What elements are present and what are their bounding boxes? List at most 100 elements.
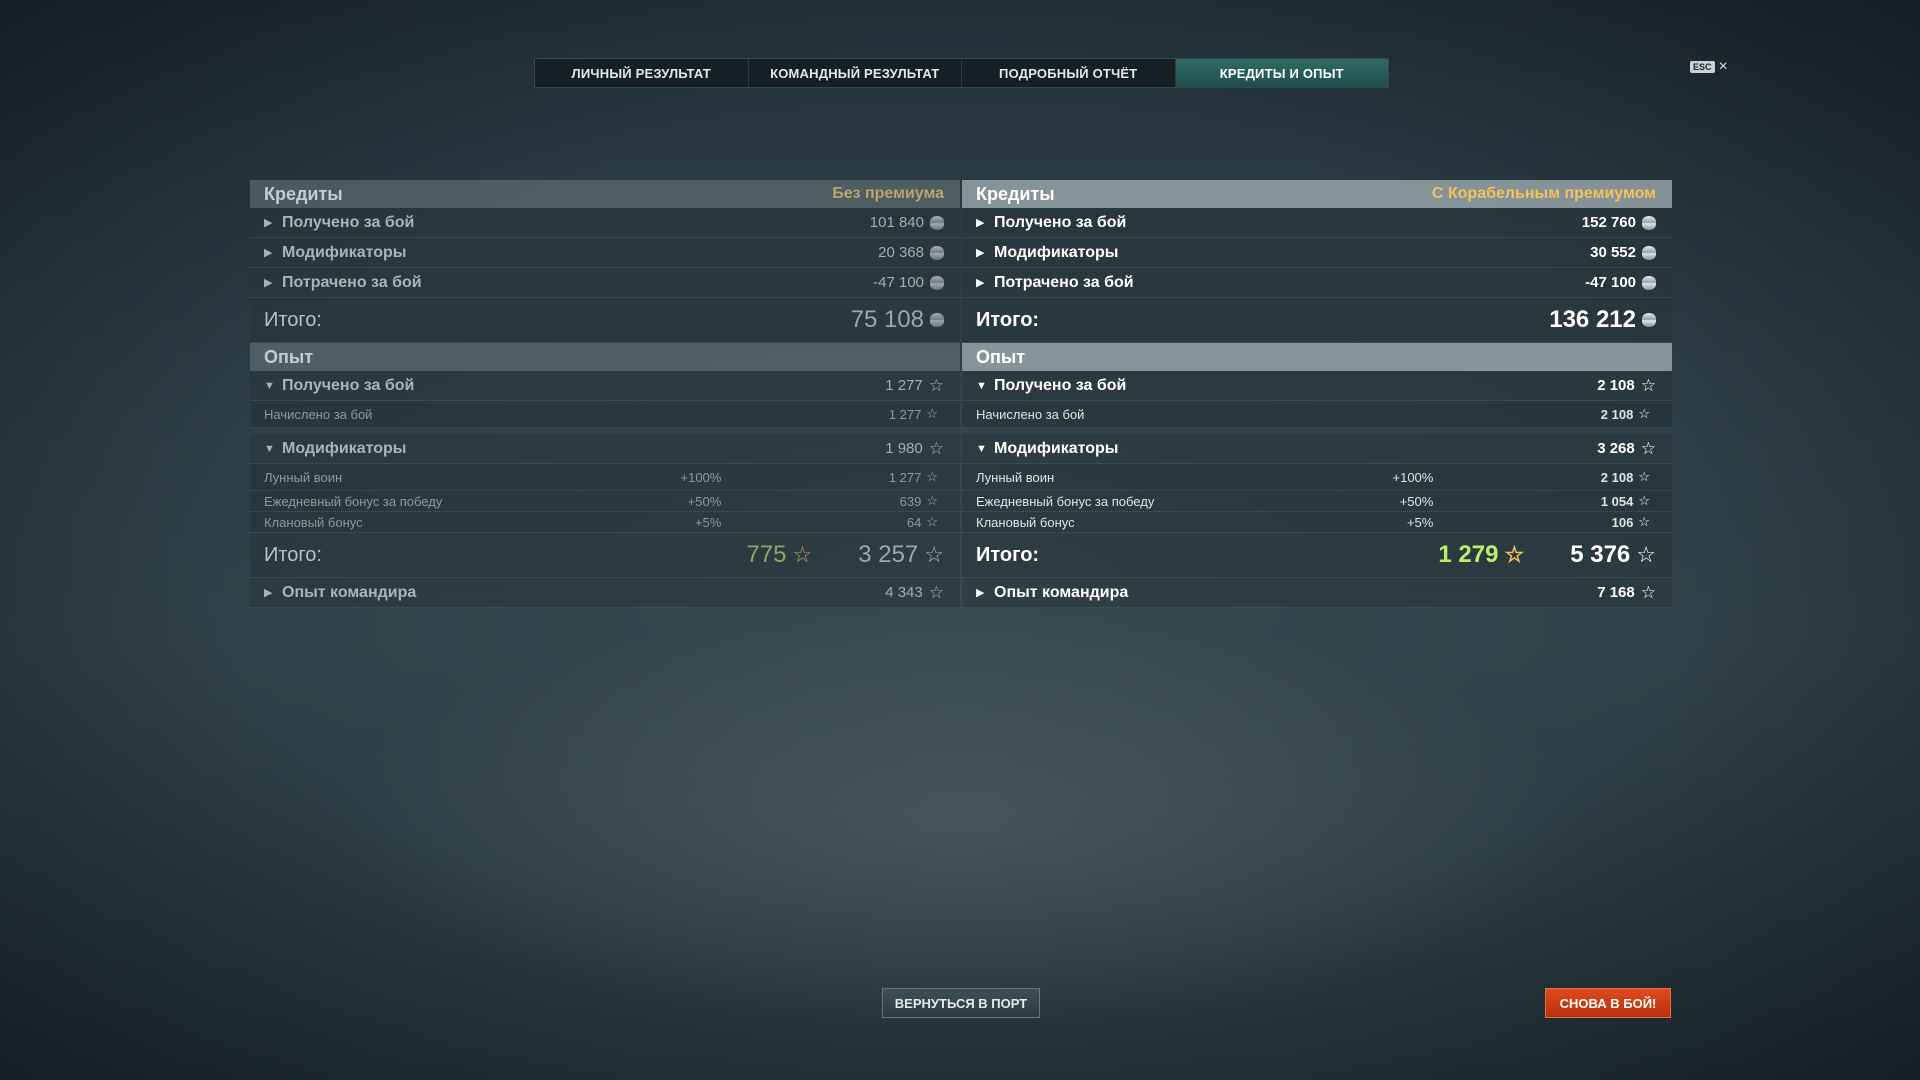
collapse-icon[interactable]: ▼ [264, 380, 282, 392]
commander-xp-row[interactable]: ▶ Опыт командира 7 168 ☆ [962, 578, 1672, 608]
credit-coin-icon [930, 245, 944, 260]
row-value: -47 100 [1585, 274, 1636, 291]
collapse-icon[interactable]: ▼ [976, 380, 994, 392]
subrow-percent: +50% [687, 493, 722, 509]
xp-earned-row[interactable]: ▼ Получено за бой 2 108 ☆ [962, 371, 1672, 401]
total-label: Итого: [976, 308, 1040, 331]
battle-again-button[interactable]: СНОВА В БОЙ! [1545, 988, 1671, 1018]
star-icon: ☆ [1638, 469, 1650, 484]
star-icon: ☆ [926, 469, 938, 484]
xp-modifiers-row[interactable]: ▼ Модификаторы 1 980 ☆ [250, 434, 960, 464]
modifier-subrow: Ежедневный бонус за победу +50% 1 054 ☆ [962, 491, 1672, 512]
xp-title: Опыт [976, 346, 1026, 367]
modifier-subrow: Клановый бонус +5% 64 ☆ [250, 512, 960, 533]
expand-icon[interactable]: ▶ [976, 246, 994, 259]
row-label: Модификаторы [994, 243, 1119, 261]
expand-icon[interactable]: ▶ [264, 586, 282, 599]
star-icon: ☆ [926, 493, 938, 508]
return-to-port-button[interactable]: ВЕРНУТЬСЯ В ПОРТ [882, 988, 1040, 1018]
xp-modifiers-row[interactable]: ▼ Модификаторы 3 268 ☆ [962, 434, 1672, 464]
result-tabs: ЛИЧНЫЙ РЕЗУЛЬТАТ КОМАНДНЫЙ РЕЗУЛЬТАТ ПОД… [534, 58, 1389, 88]
tab-team-result[interactable]: КОМАНДНЫЙ РЕЗУЛЬТАТ [749, 59, 962, 87]
credits-earned-row[interactable]: ▶ Получено за бой 152 760 [962, 208, 1672, 238]
row-value: -47 100 [873, 274, 924, 291]
subrow-label: Клановый бонус [976, 514, 1075, 530]
credits-spent-row[interactable]: ▶ Потрачено за бой -47 100 [250, 268, 960, 298]
credits-modifiers-row[interactable]: ▶ Модификаторы 30 552 [962, 238, 1672, 268]
star-icon: ☆ [924, 542, 944, 567]
star-icon: ☆ [1640, 582, 1656, 602]
credit-coin-icon [1642, 215, 1656, 230]
collapse-icon[interactable]: ▼ [264, 443, 282, 455]
credits-title: Кредиты [976, 183, 1055, 204]
star-icon: ☆ [792, 542, 813, 567]
expand-icon[interactable]: ▶ [264, 246, 282, 259]
commander-xp-row[interactable]: ▶ Опыт командира 4 343 ☆ [250, 578, 960, 608]
expand-icon[interactable]: ▶ [976, 216, 994, 229]
xp-accrued-subrow: Начислено за бой 2 108 ☆ [962, 401, 1672, 428]
credits-spent-row[interactable]: ▶ Потрачено за бой -47 100 [962, 268, 1672, 298]
star-icon: ☆ [1638, 406, 1650, 421]
row-label: Опыт командира [994, 583, 1129, 601]
row-label: Модификаторы [282, 243, 407, 261]
subrow-percent: +5% [1406, 514, 1434, 530]
modifier-subrow: Лунный воин +100% 1 277 ☆ [250, 464, 960, 491]
subrow-label: Лунный воин [264, 469, 343, 485]
tab-personal-result[interactable]: ЛИЧНЫЙ РЕЗУЛЬТАТ [535, 59, 749, 87]
total-label: Итого: [976, 543, 1040, 566]
row-value: 3 268 [1597, 440, 1635, 457]
premium-tag: Без премиума [832, 185, 944, 202]
xp-bonus-total: 1 279 ☆ [1438, 541, 1524, 569]
row-value: 20 368 [878, 244, 924, 261]
star-icon: ☆ [1638, 514, 1650, 529]
credits-header: Кредиты С Корабельным премиумом [962, 180, 1672, 208]
total-label: Итого: [264, 308, 322, 331]
xp-total-row: Итого: 775 ☆ 3 257 ☆ [250, 533, 960, 578]
subrow-label: Начислено за бой [264, 406, 373, 422]
row-label: Получено за бой [282, 213, 415, 231]
credits-header: Кредиты Без премиума [250, 180, 960, 208]
row-label: Получено за бой [282, 376, 415, 394]
credits-total-row: Итого: 136 212 [962, 298, 1672, 343]
star-icon: ☆ [1636, 542, 1656, 567]
star-icon: ☆ [926, 406, 938, 421]
expand-icon[interactable]: ▶ [976, 276, 994, 289]
tab-detailed-report[interactable]: ПОДРОБНЫЙ ОТЧЁТ [962, 59, 1176, 87]
subrow-label: Начислено за бой [976, 406, 1085, 422]
expand-icon[interactable]: ▶ [264, 216, 282, 229]
credit-coin-icon [1642, 245, 1656, 260]
modifier-subrow: Лунный воин +100% 2 108 ☆ [962, 464, 1672, 491]
xp-bonus-total: 775 ☆ [746, 541, 812, 569]
subrow-value: 1 277 [888, 469, 922, 485]
credits-modifiers-row[interactable]: ▶ Модификаторы 20 368 [250, 238, 960, 268]
modifier-subrow: Ежедневный бонус за победу +50% 639 ☆ [250, 491, 960, 512]
credit-coin-icon [930, 313, 944, 327]
total-label: Итого: [264, 543, 322, 566]
xp-total-value: 5 376 [1570, 541, 1631, 568]
collapse-icon[interactable]: ▼ [976, 443, 994, 455]
expand-icon[interactable]: ▶ [976, 586, 994, 599]
subrow-value: 1 277 [888, 406, 922, 422]
xp-bonus-value: 775 [746, 541, 787, 568]
row-label: Получено за бой [994, 213, 1127, 231]
row-label: Получено за бой [994, 376, 1127, 394]
row-value: 30 552 [1590, 244, 1636, 261]
credits-total-row: Итого: 75 108 [250, 298, 960, 343]
credits-earned-row[interactable]: ▶ Получено за бой 101 840 [250, 208, 960, 238]
star-icon: ☆ [928, 375, 944, 395]
xp-earned-row[interactable]: ▼ Получено за бой 1 277 ☆ [250, 371, 960, 401]
tab-credits-and-xp[interactable]: КРЕДИТЫ И ОПЫТ [1175, 59, 1388, 87]
esc-close-button[interactable]: ESC × [1690, 59, 1728, 75]
star-icon: ☆ [928, 438, 944, 458]
xp-bonus-value: 1 279 [1438, 541, 1499, 568]
row-label: Потрачено за бой [282, 273, 422, 291]
row-value: 1 980 [885, 440, 923, 457]
expand-icon[interactable]: ▶ [264, 276, 282, 289]
subrow-percent: +100% [1392, 469, 1434, 485]
panel-with-ship-premium: Кредиты С Корабельным премиумом ▶ Получе… [962, 180, 1672, 608]
row-label: Модификаторы [994, 439, 1119, 457]
credit-coin-icon [930, 215, 944, 230]
xp-header: Опыт [962, 343, 1672, 371]
subrow-value: 106 [1611, 514, 1634, 530]
subrow-label: Ежедневный бонус за победу [264, 493, 443, 509]
